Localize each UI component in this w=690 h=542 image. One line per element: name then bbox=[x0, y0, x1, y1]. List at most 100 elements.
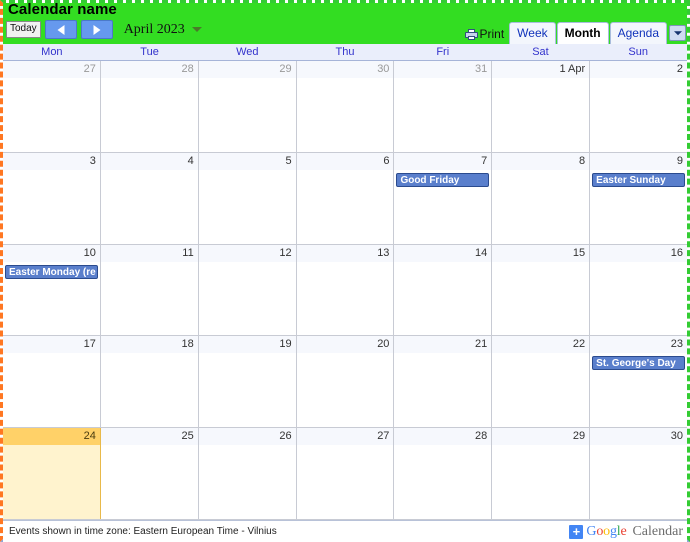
day-cell[interactable]: 11 bbox=[100, 244, 199, 336]
day-events-area[interactable] bbox=[3, 353, 100, 427]
navigation-bar: Today April 2023 bbox=[6, 20, 202, 39]
day-cell[interactable]: 19 bbox=[198, 336, 297, 428]
day-cell[interactable]: 23 St. George's Day bbox=[590, 336, 688, 428]
day-events-area[interactable] bbox=[394, 78, 491, 152]
day-cell[interactable]: 18 bbox=[100, 336, 199, 428]
day-cell[interactable]: 29 bbox=[198, 61, 297, 152]
day-events-area[interactable] bbox=[297, 445, 394, 519]
day-cell[interactable]: 31 bbox=[394, 61, 493, 152]
day-cell[interactable]: 28 bbox=[100, 61, 199, 152]
day-cell[interactable]: 10 Easter Monday (re bbox=[3, 244, 101, 336]
day-cell[interactable]: 7 Good Friday bbox=[394, 152, 493, 244]
day-events-area[interactable] bbox=[590, 262, 687, 336]
day-cell[interactable]: 15 bbox=[492, 244, 591, 336]
week-row: 10 Easter Monday (re 11 12 13 14 15 16 bbox=[3, 244, 688, 337]
day-number: 12 bbox=[198, 244, 296, 262]
day-events-area[interactable] bbox=[492, 170, 589, 244]
day-events-area[interactable] bbox=[394, 262, 491, 336]
day-events-area[interactable]: Good Friday bbox=[394, 170, 491, 244]
day-cell[interactable]: 1 Apr bbox=[492, 61, 591, 152]
chevron-down-icon[interactable] bbox=[191, 27, 202, 32]
day-number: 27 bbox=[3, 61, 100, 78]
day-events-area[interactable] bbox=[394, 445, 491, 519]
day-cell[interactable]: 20 bbox=[296, 336, 395, 428]
day-events-area[interactable] bbox=[297, 78, 394, 152]
calendar-event[interactable]: Easter Monday (re bbox=[5, 264, 98, 279]
day-events-area[interactable] bbox=[199, 445, 296, 519]
day-cell[interactable]: 12 bbox=[198, 244, 297, 336]
day-number: 18 bbox=[100, 336, 198, 354]
print-button[interactable]: Print bbox=[465, 27, 504, 41]
day-events-area[interactable] bbox=[199, 78, 296, 152]
tab-agenda[interactable]: Agenda bbox=[609, 22, 667, 44]
calendar-embed: Calendar name Today April 2023 Print Wee… bbox=[0, 0, 690, 542]
day-events-area[interactable]: Easter Sunday bbox=[590, 170, 687, 244]
day-number: 21 bbox=[394, 336, 492, 354]
day-cell[interactable]: 30 bbox=[590, 428, 688, 519]
day-cell[interactable]: 5 bbox=[198, 152, 297, 244]
day-cell[interactable]: 16 bbox=[590, 244, 688, 336]
tab-month[interactable]: Month bbox=[556, 22, 609, 44]
day-events-area[interactable] bbox=[3, 445, 100, 519]
next-period-button[interactable] bbox=[80, 20, 113, 39]
day-cell[interactable]: 13 bbox=[296, 244, 395, 336]
day-events-area[interactable] bbox=[590, 78, 687, 152]
day-cell[interactable]: 17 bbox=[3, 336, 101, 428]
today-button[interactable]: Today bbox=[6, 21, 41, 38]
day-number: 15 bbox=[492, 244, 590, 262]
day-events-area[interactable] bbox=[590, 445, 687, 519]
day-events-area[interactable] bbox=[101, 353, 198, 427]
calendar-event[interactable]: St. George's Day bbox=[592, 356, 686, 371]
view-controls: Print Week Month Agenda bbox=[465, 19, 686, 44]
day-number: 31 bbox=[394, 61, 492, 78]
day-events-area[interactable] bbox=[492, 78, 589, 152]
day-cell[interactable]: 27 bbox=[3, 61, 101, 152]
day-events-area[interactable] bbox=[199, 262, 296, 336]
day-events-area[interactable] bbox=[297, 170, 394, 244]
day-cell[interactable]: 22 bbox=[492, 336, 591, 428]
day-number: 24 bbox=[3, 428, 100, 446]
calendar-event[interactable]: Easter Sunday bbox=[592, 172, 686, 187]
day-cell[interactable]: 28 bbox=[394, 428, 493, 519]
day-cell[interactable]: 4 bbox=[100, 152, 199, 244]
day-cell[interactable]: 25 bbox=[100, 428, 199, 519]
day-events-area[interactable] bbox=[394, 353, 491, 427]
day-number: 4 bbox=[100, 152, 198, 170]
day-cell[interactable]: 29 bbox=[492, 428, 591, 519]
previous-period-button[interactable] bbox=[44, 20, 77, 39]
day-cell[interactable]: 14 bbox=[394, 244, 493, 336]
day-events-area[interactable] bbox=[492, 353, 589, 427]
day-cell-today[interactable]: 24 bbox=[3, 428, 101, 519]
add-to-google-calendar-button[interactable]: + bbox=[569, 524, 584, 539]
weekday-header-thu: Thu bbox=[335, 46, 355, 58]
day-events-area[interactable] bbox=[199, 353, 296, 427]
calendar-event[interactable]: Good Friday bbox=[396, 172, 490, 187]
day-cell[interactable]: 30 bbox=[296, 61, 395, 152]
day-cell[interactable]: 9 Easter Sunday bbox=[590, 152, 688, 244]
day-events-area[interactable]: St. George's Day bbox=[590, 353, 687, 427]
day-cell[interactable]: 21 bbox=[394, 336, 493, 428]
day-cell[interactable]: 2 bbox=[590, 61, 688, 152]
print-label: Print bbox=[479, 27, 505, 41]
day-events-area[interactable]: Easter Monday (re bbox=[3, 262, 100, 336]
day-number: 29 bbox=[198, 61, 296, 78]
day-events-area[interactable] bbox=[297, 262, 394, 336]
day-cell[interactable]: 8 bbox=[492, 152, 591, 244]
day-cell[interactable]: 26 bbox=[198, 428, 297, 519]
day-cell[interactable]: 3 bbox=[3, 152, 101, 244]
day-cell[interactable]: 27 bbox=[296, 428, 395, 519]
day-events-area[interactable] bbox=[101, 445, 198, 519]
day-events-area[interactable] bbox=[297, 353, 394, 427]
day-events-area[interactable] bbox=[199, 170, 296, 244]
view-options-dropdown-button[interactable] bbox=[669, 25, 686, 41]
day-events-area[interactable] bbox=[492, 262, 589, 336]
day-events-area[interactable] bbox=[3, 170, 100, 244]
day-events-area[interactable] bbox=[3, 78, 100, 152]
day-events-area[interactable] bbox=[101, 262, 198, 336]
day-events-area[interactable] bbox=[101, 78, 198, 152]
google-calendar-brand[interactable]: + Google Calendar bbox=[569, 524, 683, 540]
tab-week[interactable]: Week bbox=[509, 22, 556, 44]
day-cell[interactable]: 6 bbox=[296, 152, 395, 244]
day-events-area[interactable] bbox=[101, 170, 198, 244]
day-events-area[interactable] bbox=[492, 445, 589, 519]
